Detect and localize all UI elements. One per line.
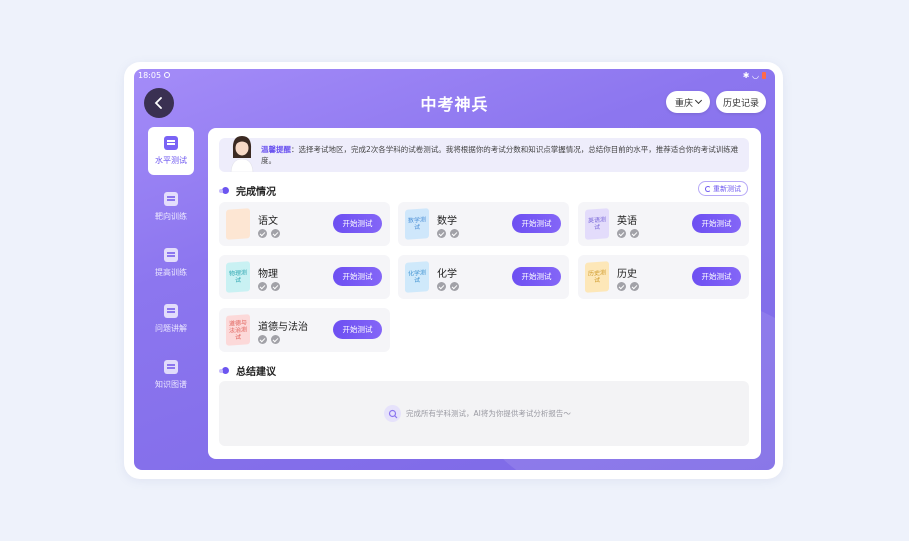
summary-box: 完成所有学科测试，AI将为你提供考试分析报告～ — [219, 381, 749, 446]
notice-text: 温馨提醒：选择考试地区，完成2次各学科的试卷测试。我将根据你的考试分数和知识点掌… — [261, 144, 741, 166]
assistant-avatar-icon — [230, 136, 254, 172]
start-test-button[interactable]: 开始测试 — [512, 214, 561, 233]
check-icon — [258, 335, 267, 344]
sidebar-item-knowledge-graph[interactable]: 知识图谱 — [148, 351, 194, 399]
region-select[interactable]: 重庆 — [666, 91, 710, 113]
sidebar: 水平测试 靶向训练 提高训练 问题讲解 知识图谱 — [148, 127, 194, 407]
summary-header: 总结建议 — [219, 363, 276, 378]
subject-name: 数学 — [437, 216, 457, 227]
subject-name: 历史 — [617, 269, 637, 280]
check-icon — [630, 282, 639, 291]
notice-banner: 温馨提醒：选择考试地区，完成2次各学科的试卷测试。我将根据你的考试分数和知识点掌… — [219, 136, 749, 172]
history-label: 历史记录 — [722, 98, 759, 109]
improve-training-icon — [164, 248, 178, 262]
notice-prefix: 温馨提醒 — [261, 145, 291, 154]
chemistry-book-icon: 化学测试 — [405, 261, 429, 293]
check-icon — [617, 229, 626, 238]
history-button[interactable]: 历史记录 — [716, 91, 766, 113]
subject-name: 道德与法治 — [258, 322, 308, 333]
test-progress — [437, 229, 463, 238]
subject-card-history: 历史测试 历史 开始测试 — [578, 255, 749, 299]
subject-card-physics: 物理测试 物理 开始测试 — [219, 255, 390, 299]
sidebar-item-improve-training[interactable]: 提高训练 — [148, 239, 194, 287]
check-icon — [450, 229, 459, 238]
check-icon — [630, 229, 639, 238]
morality-law-book-icon: 道德与法治测试 — [226, 314, 250, 346]
status-bar: 18:05 ✱ ◡ — [134, 69, 775, 83]
sidebar-item-target-training[interactable]: 靶向训练 — [148, 183, 194, 231]
subject-card-math: 数学测试 数学 开始测试 — [398, 202, 569, 246]
test-progress — [617, 282, 643, 291]
summary-title: 总结建议 — [236, 367, 276, 378]
physics-book-icon: 物理测试 — [226, 261, 250, 293]
history-book-icon: 历史测试 — [585, 261, 609, 293]
chinese-book-icon — [226, 208, 250, 240]
check-icon — [617, 282, 626, 291]
test-progress — [258, 335, 284, 344]
main-panel: 温馨提醒：选择考试地区，完成2次各学科的试卷测试。我将根据你的考试分数和知识点掌… — [208, 128, 761, 459]
start-test-button[interactable]: 开始测试 — [333, 214, 382, 233]
check-icon — [450, 282, 459, 291]
sidebar-item-label: 靶向训练 — [155, 212, 187, 221]
notice-body: ：选择考试地区，完成2次各学科的试卷测试。我将根据你的考试分数和知识点掌握情况，… — [261, 145, 739, 165]
sidebar-item-question-explain[interactable]: 问题讲解 — [148, 295, 194, 343]
check-icon — [271, 229, 280, 238]
region-label: 重庆 — [674, 98, 693, 109]
target-training-icon — [164, 192, 178, 206]
subject-name: 物理 — [258, 269, 278, 280]
subject-name: 语文 — [258, 216, 278, 227]
subject-name: 英语 — [617, 216, 637, 227]
start-test-button[interactable]: 开始测试 — [692, 267, 741, 286]
check-icon — [271, 282, 280, 291]
knowledge-graph-icon — [164, 360, 178, 374]
question-explain-icon — [164, 304, 178, 318]
test-progress — [258, 229, 284, 238]
subject-card-chemistry: 化学测试 化学 开始测试 — [398, 255, 569, 299]
subject-card-morality-law: 道德与法治测试 道德与法治 开始测试 — [219, 308, 390, 352]
start-test-button[interactable]: 开始测试 — [692, 214, 741, 233]
summary-placeholder: 完成所有学科测试，AI将为你提供考试分析报告～ — [406, 409, 571, 418]
test-progress — [258, 282, 284, 291]
section-dot-icon — [219, 187, 229, 194]
test-progress — [617, 229, 643, 238]
wifi-icon: ✱ ◡ — [742, 71, 759, 80]
section-dot-icon — [219, 367, 229, 374]
subject-name: 化学 — [437, 269, 457, 280]
completion-header: 完成情况 — [219, 183, 276, 198]
location-icon — [164, 72, 170, 78]
subject-card-english: 英语测试 英语 开始测试 — [578, 202, 749, 246]
refresh-icon — [705, 185, 711, 192]
test-progress — [437, 282, 463, 291]
battery-icon — [762, 72, 766, 79]
check-icon — [271, 335, 280, 344]
app-screen: 18:05 ✱ ◡ 中考神兵 重庆 历史记录 水平测试 靶向训练 提高训练 问题… — [134, 69, 775, 470]
english-book-icon: 英语测试 — [585, 208, 609, 240]
chevron-down-icon — [694, 96, 703, 105]
start-test-button[interactable]: 开始测试 — [333, 267, 382, 286]
check-icon — [437, 282, 446, 291]
check-icon — [258, 229, 267, 238]
check-icon — [258, 282, 267, 291]
sidebar-item-label: 问题讲解 — [155, 324, 187, 333]
level-test-icon — [164, 136, 178, 150]
sidebar-item-label: 水平测试 — [155, 156, 187, 165]
status-time: 18:05 — [138, 71, 162, 80]
sidebar-item-level-test[interactable]: 水平测试 — [148, 127, 194, 175]
retest-label: 重新测试 — [713, 184, 741, 193]
math-book-icon: 数学测试 — [405, 208, 429, 240]
retest-button[interactable]: 重新测试 — [698, 181, 748, 196]
completion-title: 完成情况 — [236, 187, 276, 198]
sidebar-item-label: 提高训练 — [155, 268, 187, 277]
start-test-button[interactable]: 开始测试 — [512, 267, 561, 286]
ai-search-icon — [384, 405, 401, 422]
start-test-button[interactable]: 开始测试 — [333, 320, 382, 339]
subject-card-chinese: 语文 开始测试 — [219, 202, 390, 246]
sidebar-item-label: 知识图谱 — [155, 380, 187, 389]
check-icon — [437, 229, 446, 238]
